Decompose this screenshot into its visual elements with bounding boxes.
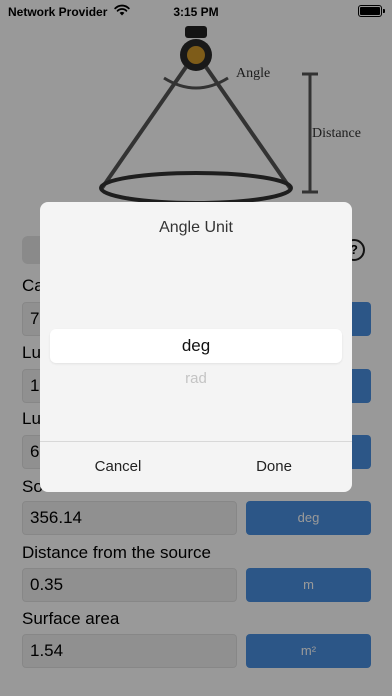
- picker-option-rad[interactable]: rad: [40, 370, 352, 387]
- cancel-button[interactable]: Cancel: [40, 442, 196, 492]
- picker-title: Angle Unit: [159, 219, 233, 236]
- picker-wheel[interactable]: deg rad: [40, 262, 352, 442]
- picker-option-deg[interactable]: deg: [40, 336, 352, 356]
- done-button[interactable]: Done: [196, 442, 352, 492]
- angle-unit-picker-dialog: Angle Unit deg rad Cancel Done: [40, 202, 352, 492]
